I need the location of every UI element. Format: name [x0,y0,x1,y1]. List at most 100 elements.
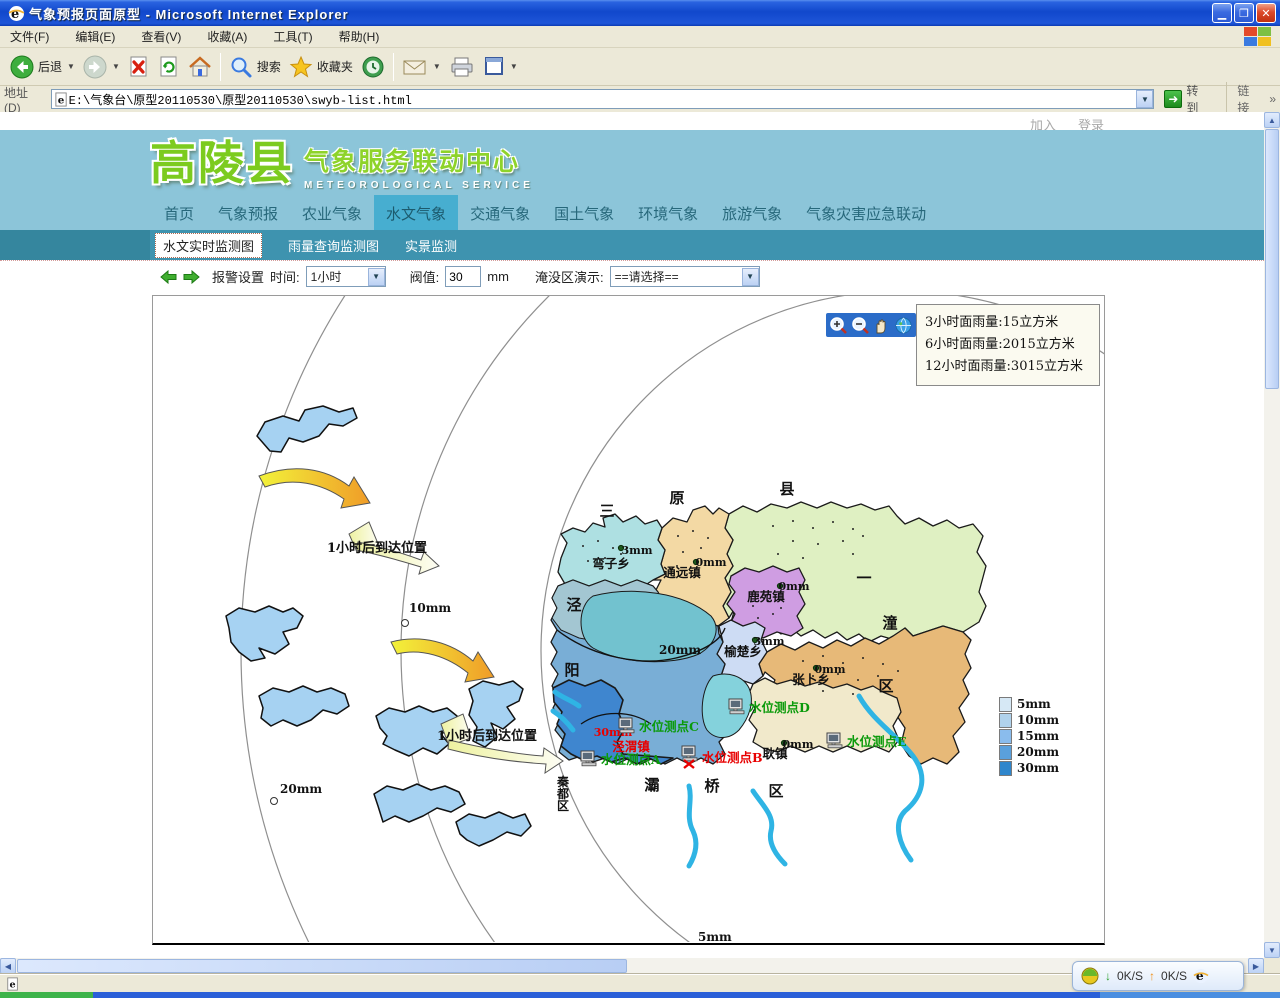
scroll-left-button[interactable]: ◀ [0,958,16,974]
threshold-input[interactable] [445,266,481,287]
pan-hand-icon[interactable] [872,316,891,335]
nav-tab-disaster-emergency[interactable]: 气象灾害应急联动 [794,195,938,232]
svg-text:e: e [10,979,16,990]
address-dropdown-button[interactable]: ▼ [1136,90,1153,108]
refresh-button[interactable] [154,53,184,81]
net-widget-ball-icon [1081,967,1099,985]
station-A[interactable]: 水位测点A [581,751,661,767]
horizontal-scroll-thumb[interactable] [17,959,627,973]
minimize-button[interactable]: ▁ [1212,3,1232,23]
close-button[interactable]: ✕ [1256,3,1276,23]
legend-label-15mm: 15mm [1017,729,1059,743]
stop-button[interactable] [124,53,154,81]
rain-zhangbu: 0mm [815,663,846,676]
history-button[interactable] [357,53,389,81]
scroll-up-button[interactable]: ▲ [1264,112,1280,128]
next-arrow-button[interactable] [183,270,200,284]
menu-file[interactable]: 文件(F) [10,28,49,45]
station-C[interactable]: 水位测点C [619,718,699,734]
vertical-scroll-thumb[interactable] [1265,129,1279,389]
rain-wanzi: 3mm [622,544,653,557]
address-input[interactable]: e E:\气象台\原型20110530\原型20110530\swyb-list… [51,89,1155,109]
scroll-right-button[interactable]: ▶ [1248,958,1264,974]
menu-edit[interactable]: 编辑(E) [75,28,115,45]
time-select-arrow: ▼ [368,268,385,286]
legend-swatch-20mm [999,745,1012,760]
back-label: 后退 [38,58,62,75]
geo-qu-south: 区 [768,782,783,800]
subtab-realtime-monitor[interactable]: 水文实时监测图 [155,233,262,258]
nav-tab-traffic[interactable]: 交通气象 [458,195,542,232]
menu-tools[interactable]: 工具(T) [273,28,312,45]
time-select[interactable]: 1小时 ▼ [306,266,386,287]
system-tray-sliver [1100,992,1280,998]
net-speed-widget[interactable]: ↓ 0K/S ↑ 0K/S e [1072,961,1244,991]
restore-button[interactable]: ❐ [1234,3,1254,23]
back-button[interactable]: 后退▼ [6,53,79,81]
station-D-label: 水位测点D [749,700,810,715]
favorites-button[interactable]: 收藏夹 [285,53,357,81]
mail-button[interactable]: ▼ [398,53,445,81]
nav-tab-land[interactable]: 国土气象 [542,195,626,232]
scroll-down-button[interactable]: ▼ [1264,942,1280,958]
menu-view[interactable]: 查看(V) [141,28,181,45]
start-button-sliver[interactable] [0,992,93,998]
go-arrow-icon: ➜ [1164,90,1182,108]
search-button[interactable]: 搜索 [225,53,285,81]
station-E[interactable]: 水位测点E [827,733,907,749]
geo-yuan: 原 [669,489,684,507]
county-regions [551,502,986,764]
site-logo: 高陵县 气象服务联动中心 METEOROLOGICAL SERVICE [150,134,534,192]
arrival-label-2: 1小时后到达位置 [437,728,537,744]
nav-tab-environment[interactable]: 环境气象 [626,195,710,232]
nav-tab-agriculture[interactable]: 农业气象 [290,195,374,232]
download-arrow-icon: ↓ [1105,969,1111,983]
home-button[interactable] [184,53,216,81]
arrival-label-1: 1小时后到达位置 [327,540,427,556]
subtab-rain-query[interactable]: 雨量查询监测图 [288,236,379,255]
page-icon: e [54,92,69,107]
rainfall-12h: 12小时面雨量:3015立方米 [925,356,1091,378]
zoom-in-icon[interactable] [829,316,848,335]
site-header: 高陵县 气象服务联动中心 METEOROLOGICAL SERVICE [0,130,1264,196]
geo-qu-sw: 区 [557,799,569,813]
menu-help[interactable]: 帮助(H) [339,28,380,45]
zoom-out-icon[interactable] [851,316,870,335]
links-label[interactable]: 链接 [1237,82,1261,116]
station-C-label: 水位测点C [639,719,699,734]
ie-logo-icon: e [8,5,25,22]
nav-tab-hydrology[interactable]: 水文气象 [374,195,458,232]
nav-tab-weather-forecast[interactable]: 气象预报 [206,195,290,232]
print-button[interactable] [445,53,479,81]
windows-taskbar[interactable] [0,992,1280,998]
legend-row-30mm: 30mm [999,760,1059,776]
logo-title-text: 气象服务联动中心 [304,142,534,178]
station-B-label: 水位测点B [702,750,763,765]
home-icon [188,55,212,79]
label-wanzi: 弯子乡 [592,556,630,571]
geo-qiao: 桥 [704,777,720,795]
flood-demo-select[interactable]: ==请选择== ▼ [610,266,760,287]
history-icon [361,55,385,79]
vertical-scrollbar[interactable]: ▲ ▼ [1264,112,1280,958]
subtab-live-view[interactable]: 实景监测 [405,236,457,255]
hydrology-map[interactable]: 10mm 20mm 5mm [152,295,1105,945]
forward-button[interactable]: ▼ [79,53,124,81]
ie-tray-icon: e [1193,968,1209,984]
threshold-label: 阀值: [410,267,440,286]
prev-arrow-button[interactable] [160,270,177,284]
stop-icon [128,55,150,79]
refresh-icon [158,55,180,79]
menu-favorites[interactable]: 收藏(A) [207,28,247,45]
links-more-chevron[interactable]: » [1269,92,1276,106]
geo-jing: 泾 [566,596,581,614]
nav-tab-tourism[interactable]: 旅游气象 [710,195,794,232]
window-title: 气象预报页面原型 - Microsoft Internet Explorer [29,4,349,23]
edit-button[interactable]: ▼ [479,53,522,81]
flood-demo-value: ==请选择== [611,268,742,285]
station-D[interactable]: 水位测点D [729,699,810,715]
geo-yi: 一 [856,569,871,587]
nav-tab-home[interactable]: 首页 [152,195,206,232]
alarm-settings-label: 报警设置 [212,267,264,286]
full-extent-globe-icon[interactable] [894,316,913,335]
